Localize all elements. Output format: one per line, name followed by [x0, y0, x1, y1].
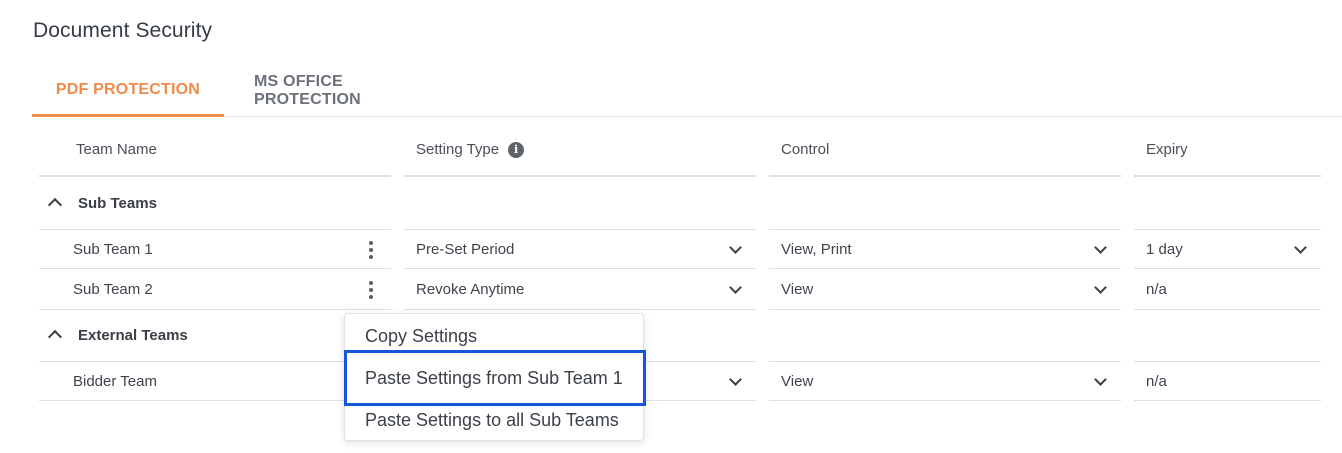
- expiry-value-cell: n/a: [1134, 270, 1321, 310]
- expiry-select[interactable]: 1 day: [1134, 229, 1321, 269]
- column-header-label: Team Name: [76, 141, 157, 158]
- column-header-team-name: Team Name: [39, 124, 391, 177]
- tab-ms-office-protection[interactable]: MS OFFICE PROTECTION: [254, 66, 438, 116]
- column-header-control: Control: [769, 124, 1121, 177]
- chevron-down-icon: [729, 281, 742, 294]
- page-title: Document Security: [33, 19, 213, 42]
- chevron-down-icon: [1094, 281, 1107, 294]
- group-label: External Teams: [78, 326, 188, 344]
- control-select[interactable]: View: [769, 270, 1121, 310]
- chevron-down-icon: [1094, 373, 1107, 386]
- select-value: Revoke Anytime: [416, 281, 525, 298]
- column-header-setting-type: Setting Type i: [404, 124, 756, 177]
- menu-item-paste-to-all-sub-teams[interactable]: Paste Settings to all Sub Teams: [345, 399, 643, 441]
- team-name-cell: Bidder Team: [39, 361, 391, 401]
- team-name-cell: Sub Team 1: [39, 229, 391, 269]
- select-value: Pre-Set Period: [416, 240, 515, 258]
- select-value: View: [781, 281, 814, 298]
- chevron-down-icon: [729, 373, 742, 386]
- context-menu: Copy Settings Paste Settings from Sub Te…: [344, 313, 646, 441]
- team-name: Sub Team 1: [73, 240, 153, 258]
- chevron-up-icon: [47, 329, 63, 345]
- chevron-down-icon: [1294, 241, 1307, 254]
- column-header-expiry: Expiry: [1134, 124, 1321, 177]
- team-name: Bidder Team: [73, 372, 157, 390]
- chevron-down-icon: [1094, 241, 1107, 254]
- group-toggle-sub-teams[interactable]: Sub Teams: [39, 183, 157, 223]
- menu-item-paste-from-sub-team-1[interactable]: Paste Settings from Sub Team 1: [344, 350, 646, 406]
- setting-type-select[interactable]: Pre-Set Period: [404, 229, 756, 269]
- team-name-cell: Sub Team 2: [39, 270, 391, 310]
- tab-bar: PDF PROTECTION MS OFFICE PROTECTION: [32, 66, 1342, 117]
- select-value: View: [781, 372, 814, 390]
- group-toggle-external-teams[interactable]: External Teams: [39, 315, 188, 355]
- column-header-label: Control: [781, 141, 830, 158]
- team-name: Sub Team 2: [73, 281, 153, 298]
- select-value: 1 day: [1146, 240, 1183, 258]
- info-icon[interactable]: i: [508, 141, 525, 158]
- tab-pdf-protection[interactable]: PDF PROTECTION: [32, 66, 224, 117]
- group-label: Sub Teams: [78, 194, 157, 212]
- expiry-value: n/a: [1146, 372, 1167, 390]
- more-options-icon[interactable]: [369, 241, 373, 259]
- control-select[interactable]: View: [769, 361, 1121, 401]
- column-header-label: Expiry: [1146, 141, 1188, 158]
- chevron-down-icon: [729, 241, 742, 254]
- setting-type-select[interactable]: Revoke Anytime: [404, 270, 756, 310]
- column-header-label: Setting Type: [416, 141, 500, 158]
- chevron-up-icon: [47, 197, 63, 213]
- expiry-value: n/a: [1146, 281, 1167, 298]
- expiry-value-cell: n/a: [1134, 361, 1321, 401]
- control-select[interactable]: View, Print: [769, 229, 1121, 269]
- select-value: View, Print: [781, 240, 852, 258]
- more-options-icon[interactable]: [369, 281, 373, 299]
